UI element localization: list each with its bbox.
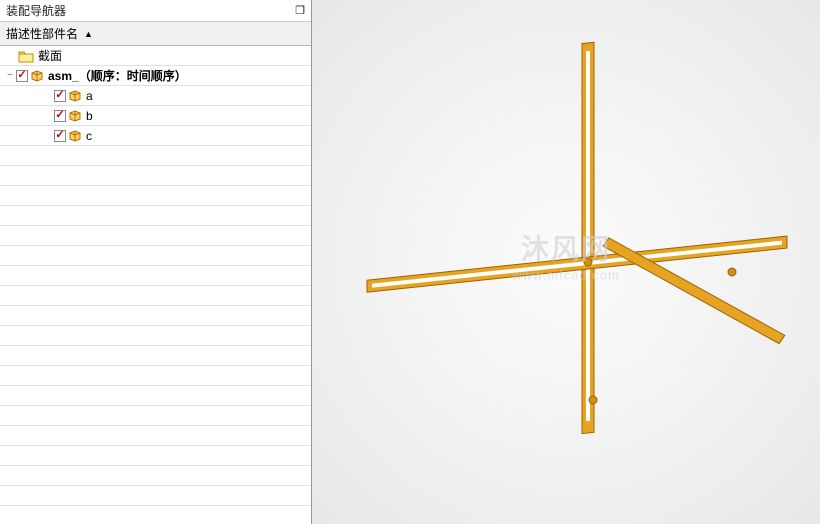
empty-row [0,386,311,406]
empty-row [0,446,311,466]
component-icon [68,89,82,103]
checkbox-assembly[interactable]: ✓ [16,70,28,82]
component-icon [68,109,82,123]
part-label: b [86,109,93,123]
checkbox-part[interactable]: ✓ [54,90,66,102]
tree-row-part[interactable]: ✓ b [0,106,311,126]
empty-row [0,506,311,524]
part-label: c [86,129,92,143]
empty-row [0,366,311,386]
empty-row [0,486,311,506]
model-viewport[interactable]: 沐风网 www.mfcad.com [312,0,820,524]
checkbox-part[interactable]: ✓ [54,130,66,142]
empty-row [0,326,311,346]
section-label: 截面 [38,47,62,64]
component-icon [68,129,82,143]
assembly-label: asm_（顺序：时间顺序） [48,67,187,84]
empty-row [0,226,311,246]
tree-row-section[interactable]: 截面 [0,46,311,66]
empty-row [0,266,311,286]
folder-icon [18,49,34,63]
column-header[interactable]: 描述性部件名 ▲ [0,21,311,46]
empty-row [0,426,311,446]
column-header-label: 描述性部件名 [6,25,78,42]
assembly-icon [30,69,44,83]
assembly-navigator-panel: 装配导航器 ❐ 描述性部件名 ▲ 截面 − ✓ asm_（顺序：时间顺序） [0,0,312,524]
empty-row [0,166,311,186]
panel-title: 装配导航器 [6,2,66,19]
empty-row [0,206,311,226]
empty-row [0,146,311,166]
empty-row [0,346,311,366]
tree-row-part[interactable]: ✓ a [0,86,311,106]
part-label: a [86,89,93,103]
empty-row [0,466,311,486]
panel-title-bar: 装配导航器 ❐ [0,0,311,21]
window-icon[interactable]: ❐ [295,4,305,17]
tree-row-part[interactable]: ✓ c [0,126,311,146]
empty-row [0,246,311,266]
sort-arrow-up-icon: ▲ [84,29,93,39]
tree-row-assembly[interactable]: − ✓ asm_（顺序：时间顺序） [0,66,311,86]
empty-row [0,286,311,306]
expander-minus-icon[interactable]: − [4,70,16,82]
assembly-tree: 截面 − ✓ asm_（顺序：时间顺序） ✓ a ✓ b [0,46,311,524]
empty-row [0,306,311,326]
model-render [312,0,820,524]
empty-row [0,186,311,206]
checkbox-part[interactable]: ✓ [54,110,66,122]
empty-row [0,406,311,426]
